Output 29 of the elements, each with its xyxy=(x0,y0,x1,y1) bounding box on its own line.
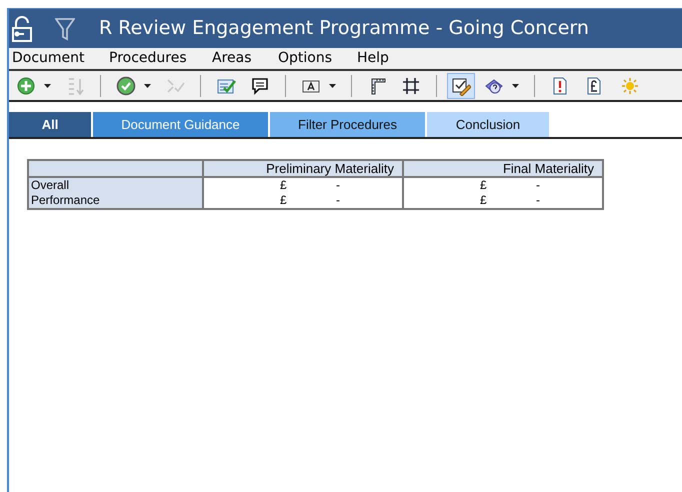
column-header: Preliminary Materiality xyxy=(203,160,403,177)
menu-item[interactable]: Areas xyxy=(209,48,275,69)
menu-item[interactable]: Procedures xyxy=(106,48,209,69)
padlock-icon xyxy=(11,16,33,42)
tab[interactable]: Filter Procedures xyxy=(270,112,425,137)
menu-item[interactable]: Document xyxy=(9,48,106,69)
caret-icon[interactable] xyxy=(144,84,151,88)
menu-item[interactable]: Options xyxy=(275,48,354,69)
table-cell: - xyxy=(536,178,540,193)
caret-icon[interactable] xyxy=(44,84,51,88)
table-cell: - xyxy=(336,178,340,193)
caret-icon[interactable] xyxy=(512,84,519,88)
caret-icon[interactable] xyxy=(329,84,336,88)
filter-icon[interactable] xyxy=(55,16,75,40)
menu-item[interactable]: Help xyxy=(354,48,404,69)
row-label: Performance xyxy=(28,193,203,209)
currency-symbol: £ xyxy=(280,178,288,193)
currency-symbol: £ xyxy=(280,193,288,208)
tab[interactable]: Document Guidance xyxy=(93,112,268,137)
table-cell: - xyxy=(336,193,340,208)
window-title: R Review Engagement Programme - Going Concern xyxy=(99,16,589,42)
currency-symbol: £ xyxy=(480,178,488,193)
row-label: Overall xyxy=(28,177,203,193)
column-header: Final Materiality xyxy=(403,160,603,177)
pencil-check-button[interactable] xyxy=(447,72,475,98)
tab[interactable]: Conclusion xyxy=(427,112,549,137)
tab[interactable]: All xyxy=(9,112,91,137)
currency-symbol: £ xyxy=(480,193,488,208)
table-cell: - xyxy=(536,193,540,208)
